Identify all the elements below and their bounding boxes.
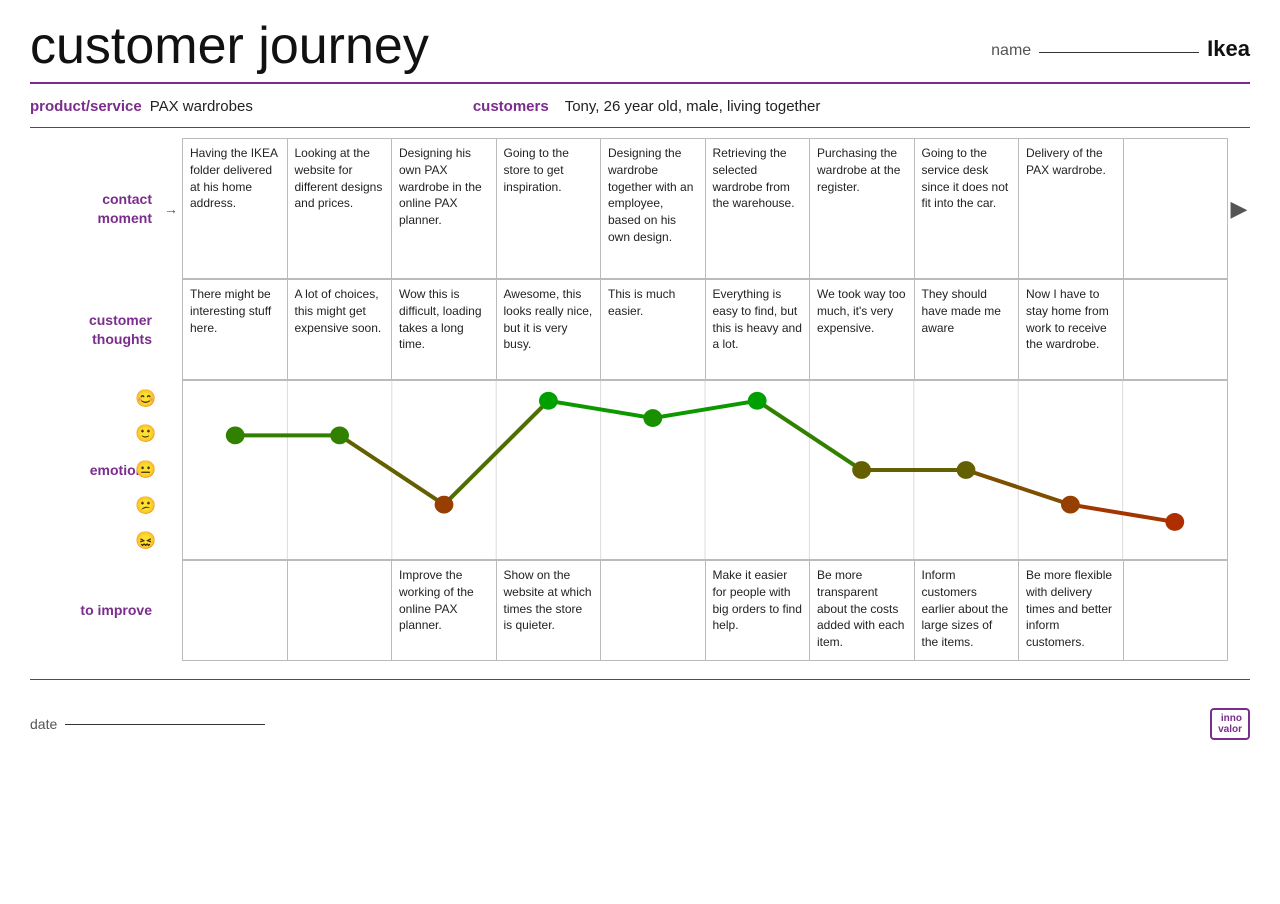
emotions-row: emotions 😊 🙂 😐 😕 😖 (30, 380, 1250, 560)
emotion-svg (183, 381, 1227, 559)
thoughts-cells-cell-0: There might be interesting stuff here. (183, 280, 288, 380)
customers-label: customers (473, 98, 549, 115)
improve-arrow-col (160, 560, 182, 661)
to-improve-label-col: to improve (30, 560, 160, 661)
improve-cells-cell-3: Show on the website at which times the s… (497, 561, 602, 661)
emotion-dot-1 (330, 426, 349, 444)
contact-cells-cell-4: Designing the wardrobe together with an … (601, 139, 706, 279)
emotion-dot-2 (435, 496, 454, 514)
improve-right-spacer (1228, 560, 1250, 661)
contact-moment-label: contactmoment (98, 190, 152, 226)
emotions-chart: 😊 🙂 😐 😕 😖 (182, 380, 1228, 560)
customer-thoughts-label: customerthoughts (89, 311, 152, 347)
date-label: date (30, 716, 57, 732)
page-title: customer journey (30, 20, 429, 72)
meta-row: product/service PAX wardrobes customers … (30, 98, 1250, 115)
customers-value: Tony, 26 year old, male, living together (565, 98, 821, 115)
thoughts-cells-cell-1: A lot of choices, this might get expensi… (288, 280, 393, 380)
product-label: product/service (30, 98, 142, 115)
contact-cells-cell-9 (1124, 139, 1229, 279)
footer: date inno valor (30, 679, 1250, 740)
thoughts-cells-cell-5: Everything is easy to find, but this is … (706, 280, 811, 380)
contact-cells: Having the IKEA folder delivered at his … (182, 138, 1228, 279)
improve-cells-cell-9 (1124, 561, 1229, 661)
product-value: PAX wardrobes (150, 98, 253, 115)
thoughts-cells-cell-7: They should have made me aware (915, 280, 1020, 380)
name-area: name Ikea (991, 38, 1250, 64)
thoughts-cells-cell-2: Wow this is difficult, loading takes a l… (392, 280, 497, 380)
customer-thoughts-row: customerthoughts There might be interest… (30, 279, 1250, 380)
contact-cells-cell-5: Retrieving the selected wardrobe from th… (706, 139, 811, 279)
customer-thoughts-label-col: customerthoughts (30, 279, 160, 380)
emoji-neutral: 😐 (135, 460, 156, 480)
date-underline (65, 724, 265, 725)
emotion-dot-0 (226, 426, 245, 444)
logo-line1: inno (1218, 713, 1242, 724)
contact-moment-label-col: contactmoment (30, 138, 160, 279)
logo-box: inno valor (1210, 708, 1250, 740)
emotions-right-spacer (1228, 380, 1250, 560)
emotions-arrow-spacer (160, 380, 182, 560)
contact-moment-row: contactmoment → Having the IKEA folder d… (30, 138, 1250, 279)
improve-cells-cell-5: Make it easier for people with big order… (706, 561, 811, 661)
journey-table: contactmoment → Having the IKEA folder d… (30, 138, 1250, 661)
thoughts-cells-cell-6: We took way too much, it's very expensiv… (810, 280, 915, 380)
contact-cells-cell-3: Going to the store to get inspiration. (497, 139, 602, 279)
improve-cells-cell-4 (601, 561, 706, 661)
to-improve-label: to improve (80, 601, 152, 619)
improve-cells: Improve the working of the online PAX pl… (182, 560, 1228, 661)
emotion-dot-5 (748, 392, 767, 410)
right-arrow-col: ▶ (1228, 138, 1250, 279)
improve-cells-cell-6: Be more transparent about the costs adde… (810, 561, 915, 661)
contact-cells-cell-7: Going to the service desk since it does … (915, 139, 1020, 279)
logo-line2: valor (1218, 724, 1242, 735)
name-value: Ikea (1207, 36, 1250, 62)
emotion-dot-3 (539, 392, 558, 410)
name-label: name (991, 42, 1031, 60)
name-underline (1039, 52, 1199, 53)
header-divider (30, 82, 1250, 84)
contact-cells-cell-0: Having the IKEA folder delivered at his … (183, 139, 288, 279)
contact-cells-cell-6: Purchasing the wardrobe at the register. (810, 139, 915, 279)
emoji-very-sad: 😖 (135, 531, 156, 551)
meta-divider (30, 127, 1250, 128)
improve-cells-cell-2: Improve the working of the online PAX pl… (392, 561, 497, 661)
emotion-dot-8 (1061, 496, 1080, 514)
improve-cells-cell-1 (288, 561, 393, 661)
improve-cells-cell-7: Inform customers earlier about the large… (915, 561, 1020, 661)
emotion-dot-7 (957, 461, 976, 479)
logo-area: inno valor (1210, 708, 1250, 740)
contact-arrow: → (160, 138, 182, 279)
emoji-happy: 🙂 (135, 424, 156, 444)
thoughts-cells-cell-3: Awesome, this looks really nice, but it … (497, 280, 602, 380)
date-area: date (30, 716, 265, 732)
contact-cells-cell-8: Delivery of the PAX wardrobe. (1019, 139, 1124, 279)
improve-cells-cell-8: Be more flexible with delivery times and… (1019, 561, 1124, 661)
emoji-very-happy: 😊 (135, 389, 156, 409)
emoji-sad: 😕 (135, 496, 156, 516)
improve-cells-cell-0 (183, 561, 288, 661)
thoughts-right-spacer (1228, 279, 1250, 380)
thoughts-cells-cell-4: This is much easier. (601, 280, 706, 380)
to-improve-row: to improve Improve the working of the on… (30, 560, 1250, 661)
contact-cells-cell-2: Designing his own PAX wardrobe in the on… (392, 139, 497, 279)
thoughts-arrow-col (160, 279, 182, 380)
contact-cells-cell-1: Looking at the website for different des… (288, 139, 393, 279)
emotion-dot-4 (643, 409, 662, 427)
thoughts-cells-cell-8: Now I have to stay home from work to rec… (1019, 280, 1124, 380)
thoughts-cells: There might be interesting stuff here.A … (182, 279, 1228, 380)
emotion-dot-6 (852, 461, 871, 479)
emotion-icons: 😊 🙂 😐 😕 😖 (135, 381, 156, 559)
thoughts-cells-cell-9 (1124, 280, 1229, 380)
emotion-dot-9 (1165, 513, 1184, 531)
